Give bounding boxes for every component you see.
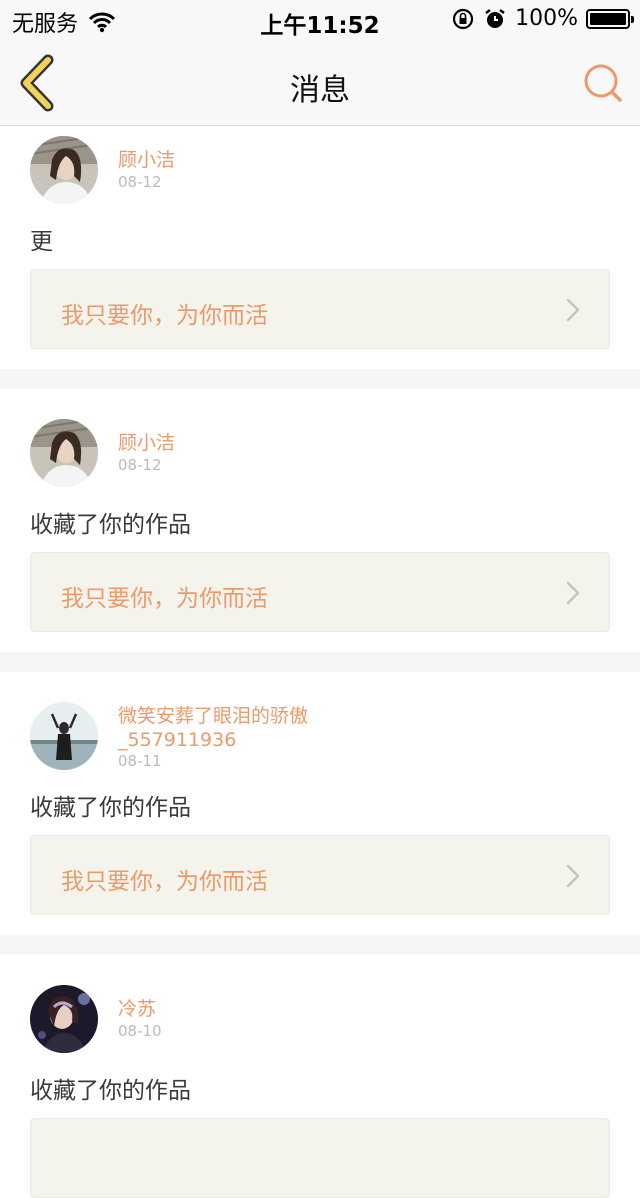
- message-date: 08-11: [118, 752, 162, 770]
- message-card[interactable]: 冷苏 08-10 收藏了你的作品: [0, 955, 640, 1198]
- user-name[interactable]: 顾小洁: [118, 148, 378, 172]
- chevron-right-icon: [566, 298, 580, 322]
- nav-bar: 消息: [0, 40, 640, 126]
- avatar[interactable]: [30, 702, 98, 770]
- work-link[interactable]: 我只要你，为你而活: [30, 269, 610, 349]
- avatar[interactable]: [30, 136, 98, 204]
- user-name[interactable]: 微笑安葬了眼泪的骄傲_557911936: [118, 704, 378, 752]
- message-action: 收藏了你的作品: [30, 795, 191, 821]
- work-title: 我只要你，为你而活: [61, 869, 268, 895]
- battery-percent: 100%: [515, 6, 578, 31]
- message-action: 收藏了你的作品: [30, 512, 191, 538]
- chevron-right-icon: [566, 581, 580, 605]
- message-date: 08-10: [118, 1022, 162, 1040]
- user-name[interactable]: 顾小洁: [118, 431, 378, 455]
- separator: [0, 652, 640, 672]
- chevron-right-icon: [566, 864, 580, 888]
- rotation-lock-icon: [452, 8, 474, 29]
- message-action: 更: [30, 229, 53, 255]
- separator: [0, 935, 640, 955]
- alarm-icon: [485, 8, 505, 28]
- message-card[interactable]: 微笑安葬了眼泪的骄傲_557911936 08-11 收藏了你的作品 我只要你，…: [0, 672, 640, 935]
- avatar[interactable]: [30, 985, 98, 1053]
- separator: [0, 369, 640, 389]
- search-button[interactable]: [580, 60, 626, 106]
- message-date: 08-12: [118, 173, 162, 191]
- work-title: 我只要你，为你而活: [61, 303, 268, 329]
- message-card[interactable]: 顾小洁 08-12 收藏了你的作品 我只要你，为你而活: [0, 389, 640, 652]
- work-link[interactable]: 我只要你，为你而活: [30, 552, 610, 632]
- message-card[interactable]: 顾小洁 08-12 更 我只要你，为你而活: [0, 126, 640, 369]
- message-date: 08-12: [118, 456, 162, 474]
- work-title: 我只要你，为你而活: [61, 586, 268, 612]
- work-link[interactable]: 我只要你，为你而活: [30, 835, 610, 915]
- avatar[interactable]: [30, 419, 98, 487]
- user-name[interactable]: 冷苏: [118, 997, 378, 1021]
- page-title: 消息: [290, 73, 350, 108]
- status-bar: 无服务 上午11:52 100%: [0, 0, 640, 40]
- search-icon: [584, 64, 622, 102]
- message-list: 顾小洁 08-12 更 我只要你，为你而活 顾小洁 08-12 收藏了你的作品: [0, 126, 640, 1198]
- work-link[interactable]: [30, 1118, 610, 1198]
- battery-icon: [586, 8, 634, 29]
- message-action: 收藏了你的作品: [30, 1078, 191, 1104]
- status-right: 100%: [451, 6, 634, 31]
